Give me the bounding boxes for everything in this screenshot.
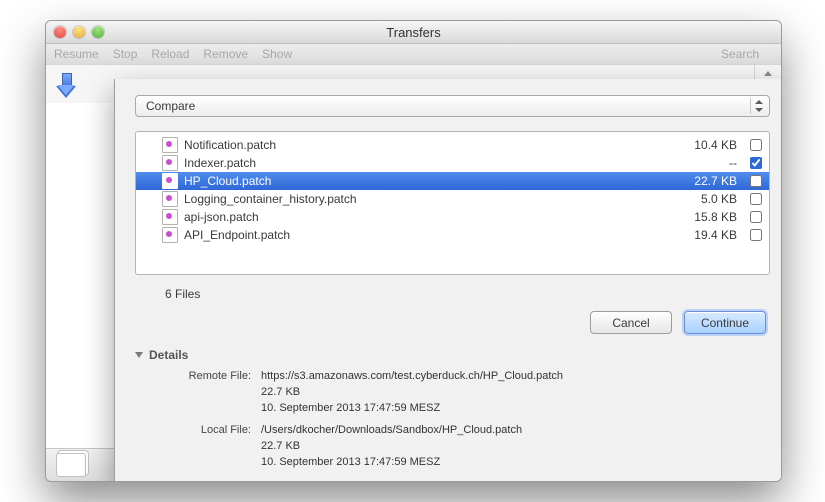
file-include-checkbox[interactable] [750, 139, 762, 151]
file-count-label: 6 Files [135, 275, 770, 303]
table-row[interactable]: Indexer.patch-- [136, 154, 769, 172]
file-name: Logging_container_history.patch [178, 192, 663, 206]
remote-file-date: 10. September 2013 17:47:59 MESZ [261, 400, 770, 416]
compare-sheet: Compare Notification.patch10.4 KBIndexer… [114, 79, 782, 482]
file-checkbox-cell [743, 211, 769, 223]
cancel-button-label: Cancel [612, 316, 649, 330]
local-file-date: 10. September 2013 17:47:59 MESZ [261, 454, 770, 470]
continue-button-label: Continue [701, 316, 749, 330]
details-header-label: Details [149, 348, 188, 362]
file-include-checkbox[interactable] [750, 175, 762, 187]
toolbar-reload[interactable]: Reload [151, 47, 189, 61]
file-checkbox-cell [743, 229, 769, 241]
file-name: API_Endpoint.patch [178, 228, 663, 242]
file-icon [162, 191, 178, 207]
remote-file-label: Remote File: [163, 368, 261, 384]
toolbar-resume[interactable]: Resume [54, 47, 99, 61]
file-compare-table: Notification.patch10.4 KBIndexer.patch--… [135, 131, 770, 275]
toolbar-search[interactable]: Search [721, 47, 759, 61]
details-section: Details Remote File: https://s3.amazonaw… [135, 340, 770, 470]
compare-mode-label: Compare [146, 99, 195, 113]
file-checkbox-cell [743, 175, 769, 187]
local-file-size: 22.7 KB [261, 438, 770, 454]
file-include-checkbox[interactable] [750, 211, 762, 223]
file-checkbox-cell [743, 157, 769, 169]
remote-file-size: 22.7 KB [261, 384, 770, 400]
file-size: 10.4 KB [663, 138, 743, 152]
file-icon [162, 173, 178, 189]
file-icon [162, 209, 178, 225]
file-include-checkbox[interactable] [750, 229, 762, 241]
file-icon [162, 155, 178, 171]
file-size: -- [663, 156, 743, 170]
file-icon [162, 137, 178, 153]
cancel-button[interactable]: Cancel [590, 311, 672, 334]
transfers-window: Transfers Resume Stop Reload Remove Show… [45, 20, 782, 482]
documents-stack-icon[interactable] [56, 453, 86, 477]
file-icon [162, 227, 178, 243]
title-bar: Transfers [46, 21, 781, 44]
file-include-checkbox[interactable] [750, 193, 762, 205]
chevron-updown-icon [750, 98, 767, 114]
window-title: Transfers [46, 25, 781, 40]
toolbar: Resume Stop Reload Remove Show Search [46, 44, 781, 65]
file-size: 5.0 KB [663, 192, 743, 206]
file-name: Indexer.patch [178, 156, 663, 170]
table-row[interactable]: HP_Cloud.patch22.7 KB [136, 172, 769, 190]
toolbar-stop[interactable]: Stop [113, 47, 138, 61]
file-include-checkbox[interactable] [750, 157, 762, 169]
download-arrow-icon [56, 73, 76, 99]
file-size: 22.7 KB [663, 174, 743, 188]
details-disclosure[interactable]: Details [135, 348, 770, 362]
remote-file-path: https://s3.amazonaws.com/test.cyberduck.… [261, 368, 770, 384]
file-checkbox-cell [743, 139, 769, 151]
table-row[interactable]: Notification.patch10.4 KB [136, 136, 769, 154]
sheet-button-row: Cancel Continue [135, 303, 770, 340]
file-name: HP_Cloud.patch [178, 174, 663, 188]
file-name: api-json.patch [178, 210, 663, 224]
toolbar-show[interactable]: Show [262, 47, 292, 61]
table-row[interactable]: api-json.patch15.8 KB [136, 208, 769, 226]
toolbar-remove[interactable]: Remove [203, 47, 248, 61]
local-file-path: /Users/dkocher/Downloads/Sandbox/HP_Clou… [261, 422, 770, 438]
continue-button[interactable]: Continue [684, 311, 766, 334]
file-size: 19.4 KB [663, 228, 743, 242]
local-file-label: Local File: [163, 422, 261, 438]
file-name: Notification.patch [178, 138, 663, 152]
compare-mode-popup[interactable]: Compare [135, 95, 770, 117]
disclosure-triangle-icon [135, 352, 143, 358]
table-row[interactable]: Logging_container_history.patch5.0 KB [136, 190, 769, 208]
file-checkbox-cell [743, 193, 769, 205]
file-size: 15.8 KB [663, 210, 743, 224]
table-row[interactable]: API_Endpoint.patch19.4 KB [136, 226, 769, 244]
